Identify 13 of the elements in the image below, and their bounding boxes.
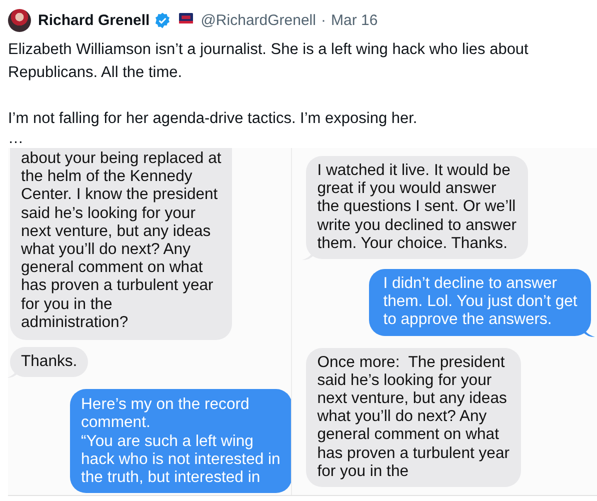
flag-badge-icon — [178, 13, 193, 27]
post-date[interactable]: Mar 16 — [330, 12, 378, 28]
message-bubble: Once more: The president said he’s looking for your next venture, but any ideas what you’ll do next? Any general comment on what has proven a turbulent year for you in the — [306, 348, 521, 488]
post-text: I’m not falling for her agenda-drive tactics. I’m exposing her. — [8, 109, 418, 129]
separator-dot: · — [320, 12, 326, 28]
author-handle: @RichardGrenell — [200, 12, 316, 28]
message-bubble: Thanks. — [10, 347, 88, 378]
post-text: Elizabeth Williamson isn’t a journalist. She is a left wing hack who lies about Republicans. All the time. — [8, 40, 530, 83]
more-ellipsis[interactable]: … — [8, 130, 589, 144]
message-bubble: about your being replaced at the helm of the Kennedy Center. I know the president said he’s looking for your next venture, but any ideas what you’ll do next? Any general comment on what has proven a turbulent year for you in the administration? — [10, 148, 232, 340]
author-name[interactable]: Richard Grenell — [38, 12, 150, 28]
message-bubble: Here’s my on the record comment. “You are such a left wing hack who is not interested in the truth, but interested in — [70, 389, 292, 494]
avatar-icon[interactable] — [8, 8, 31, 32]
